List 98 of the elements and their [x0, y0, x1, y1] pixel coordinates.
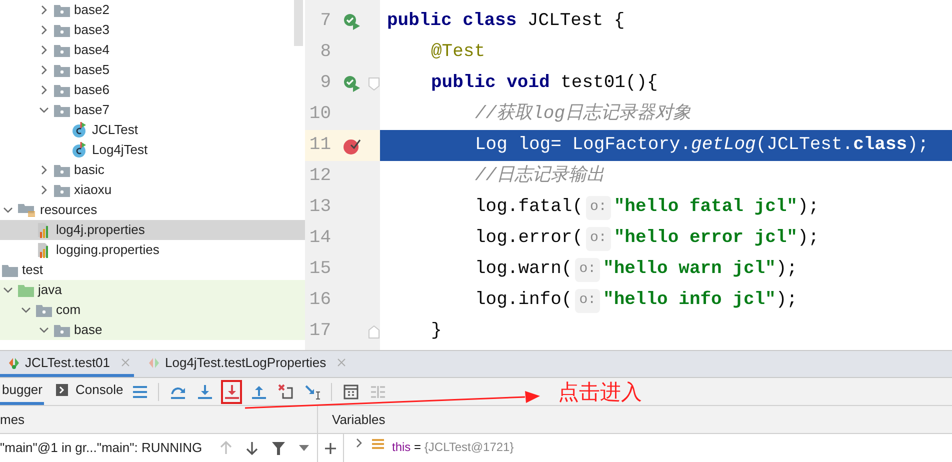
tree-row[interactable]: log4j.properties [0, 220, 305, 240]
tree-row[interactable]: java [0, 280, 305, 300]
code-line: log.error( o: "hello error jcl"); [475, 225, 820, 252]
console-icon [56, 384, 68, 396]
tree-item-label: resources [40, 201, 98, 220]
folder-icon [54, 324, 70, 336]
line-number: 12 [308, 165, 331, 188]
folder-icon [36, 304, 52, 316]
folder-icon [54, 24, 70, 36]
run-tab[interactable]: Log4jTest.testLogProperties [134, 351, 346, 377]
tree-item-label: base2 [74, 1, 110, 20]
folder-icon [54, 84, 70, 96]
calculator-icon[interactable] [342, 384, 359, 400]
debug-run-icon [148, 356, 160, 368]
tree-row[interactable]: base6 [0, 80, 305, 100]
tree-item-label: base7 [74, 101, 110, 120]
annotation-text: 点击进入 [558, 379, 642, 406]
tree-row[interactable]: base3 [0, 20, 305, 40]
class-icon [72, 142, 88, 158]
menu-icon[interactable] [132, 384, 148, 400]
folder-icon [54, 104, 70, 116]
folder-icon [2, 264, 18, 276]
frames-header: mes [0, 410, 25, 429]
folder-icon [54, 184, 70, 196]
line-number: 14 [308, 227, 331, 250]
tree-item-label: test [22, 261, 43, 280]
view-tab[interactable]: Console [54, 378, 126, 405]
filter-icon[interactable] [272, 442, 286, 454]
folder-icon [54, 64, 70, 76]
step-into-icon[interactable] [196, 384, 213, 400]
tree-item-label: logging.properties [56, 241, 160, 260]
run-test-icon[interactable] [342, 74, 362, 94]
force-step-into-icon[interactable] [224, 384, 240, 400]
tree-item-label: JCLTest [92, 121, 138, 140]
tree-row[interactable]: base [0, 320, 305, 340]
line-number: 16 [308, 289, 331, 312]
tree-row[interactable]: resources [0, 200, 305, 220]
tree-row[interactable]: xiaoxu [0, 180, 305, 200]
tree-item-label: com [56, 301, 81, 320]
tree-row[interactable]: logging.properties [0, 240, 305, 260]
arrow-down-icon[interactable] [246, 441, 258, 455]
field-list-icon [372, 438, 384, 450]
line-number: 17 [308, 320, 331, 343]
tree-item-label: base [74, 321, 102, 340]
tree-item-label: basic [74, 161, 104, 180]
code-line: } [431, 320, 442, 343]
folder-icon [54, 4, 70, 16]
code-line: Log log= LogFactory.getLog(JCLTest.class); [475, 134, 929, 157]
tree-row[interactable]: base2 [0, 0, 305, 20]
run-test-icon[interactable] [342, 12, 362, 32]
line-number: 13 [308, 196, 331, 219]
tree-item-label: java [38, 281, 62, 300]
folder-icon [54, 164, 70, 176]
tree-row[interactable]: Log4jTest [0, 140, 305, 160]
debug-run-icon [8, 356, 20, 368]
tree-row[interactable]: base5 [0, 60, 305, 80]
tree-item-label: base4 [74, 41, 110, 60]
tree-row[interactable]: base4 [0, 40, 305, 60]
tree-row[interactable]: com [0, 300, 305, 320]
variables-header: Variables [332, 410, 386, 429]
dropdown-icon[interactable] [299, 445, 310, 451]
line-number: 11 [308, 134, 331, 157]
code-line: //日志记录输出 [475, 164, 605, 188]
tree-row[interactable]: JCLTest [0, 120, 305, 140]
run-to-cursor-icon[interactable] [304, 384, 321, 400]
step-out-icon[interactable] [250, 384, 267, 400]
tree-row[interactable]: base7 [0, 100, 305, 120]
tree-item-label: base5 [74, 61, 110, 80]
code-line: @Test [431, 41, 486, 64]
code-line: //获取log日志记录器对象 [475, 102, 692, 126]
line-number: 8 [319, 41, 331, 64]
line-number: 10 [308, 103, 331, 126]
scrollbar[interactable] [294, 0, 303, 46]
tree-row[interactable]: test [0, 260, 305, 280]
tree-item-label: base3 [74, 21, 110, 40]
code-line: public class JCLTest { [387, 10, 625, 33]
chevron-icon[interactable] [3, 205, 13, 215]
code-line: log.warn( o: "hello warn jcl"); [475, 256, 798, 283]
line-number: 15 [308, 258, 331, 281]
tree-item-label: base6 [74, 81, 110, 100]
folder-icon [54, 44, 70, 56]
class-icon [72, 122, 88, 138]
add-icon[interactable] [325, 442, 336, 454]
tree-row[interactable]: basic [0, 160, 305, 180]
resources-folder-icon [18, 203, 36, 217]
line-number: 7 [319, 10, 331, 33]
code-line: log.fatal( o: "hello fatal jcl"); [475, 194, 820, 221]
tree-item-label: log4j.properties [56, 221, 145, 240]
variable-row[interactable]: this = {JCLTest@1721} [392, 438, 514, 456]
tree-item-label: Log4jTest [92, 141, 148, 160]
drop-frame-icon[interactable] [278, 384, 294, 400]
folder-icon [18, 284, 34, 296]
thread-selector[interactable]: "main"@1 in gr..."main": RUNNING [0, 438, 202, 458]
code-line: log.info( o: "hello info jcl"); [475, 287, 798, 314]
line-number: 9 [319, 72, 331, 95]
tree-item-label: xiaoxu [74, 181, 112, 200]
code-line: public void test01(){ [431, 72, 658, 95]
chevron-icon[interactable] [354, 438, 364, 448]
